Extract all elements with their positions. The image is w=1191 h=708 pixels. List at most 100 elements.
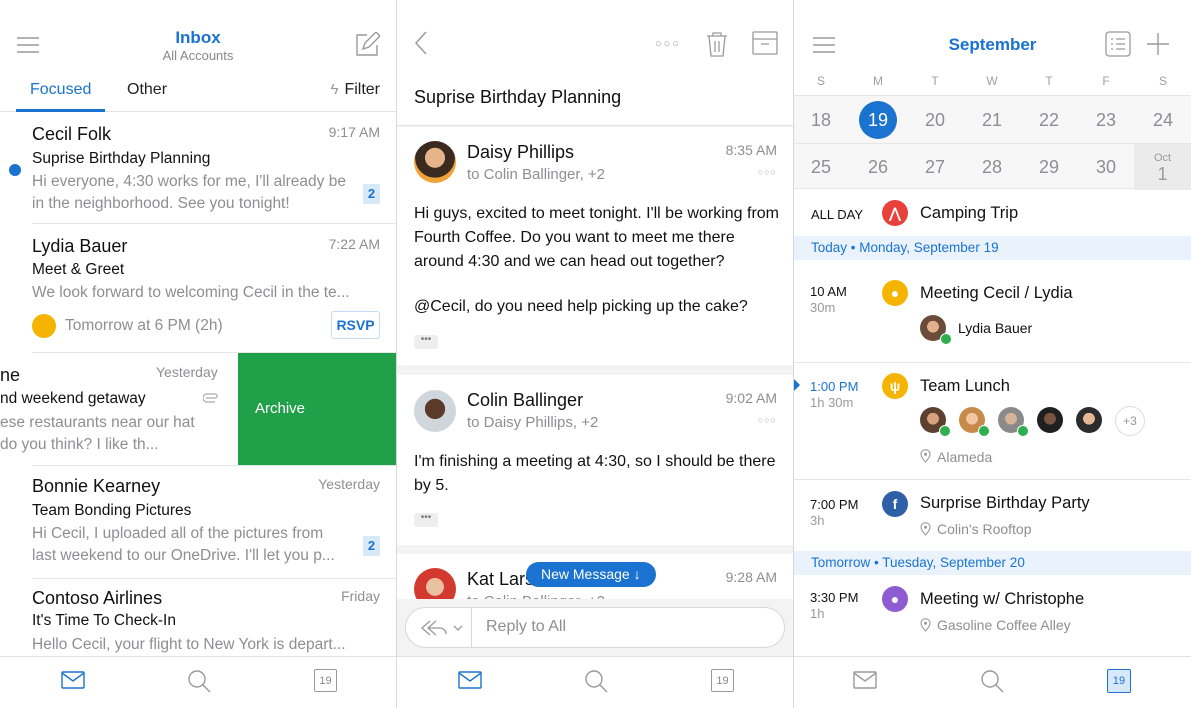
day-cell[interactable]: 20 [915, 110, 955, 131]
message-card[interactable]: Colin Ballinger to Daisy Phillips, +2 9:… [397, 375, 793, 545]
inbox-tabs: Focused Other ϟ Filter [0, 70, 396, 112]
message-item[interactable]: Cecil Folk 9:17 AM Suprise Birthday Plan… [0, 112, 396, 224]
back-chevron-icon[interactable] [414, 30, 428, 56]
message-body-mention-line: @Cecil, do you need help picking up the … [414, 298, 748, 315]
message-sender: Bonnie Kearney [32, 476, 161, 496]
message-sender: Cecil Folk [32, 124, 112, 144]
more-options-icon[interactable]: ○○○ [655, 38, 681, 50]
message-sender: Lydia Bauer [32, 236, 128, 256]
message-item[interactable]: Bonnie Kearney Yesterday Team Bonding Pi… [0, 466, 396, 578]
rsvp-button[interactable]: RSVP [331, 311, 380, 339]
inbox-subtitle: All Accounts [162, 48, 234, 63]
day-cell[interactable]: 24 [1143, 110, 1183, 131]
message-body: I'm finishing a meeting at 4:30, so I sh… [414, 453, 776, 494]
trash-icon[interactable] [706, 31, 728, 57]
agenda-view-icon[interactable] [1105, 31, 1131, 57]
calendar-tab-icon-active[interactable]: 19 [1107, 669, 1131, 693]
message-item[interactable]: Lydia Bauer 7:22 AM Meet & Greet We look… [0, 224, 396, 352]
thread-count-badge: 2 [363, 184, 380, 204]
chevron-down-icon [453, 625, 463, 631]
tab-focused[interactable]: Focused [30, 81, 91, 99]
hamburger-menu-icon[interactable] [812, 36, 836, 54]
day-cell[interactable]: 28 [972, 157, 1012, 178]
event-item[interactable]: 3:30 PM 1h ● Meeting w/ Christophe Gasol… [794, 575, 1191, 656]
accepted-check-icon [1017, 425, 1029, 437]
sender-name: Daisy Phillips [467, 142, 575, 162]
mail-icon[interactable] [458, 671, 482, 689]
calendar-tab-icon[interactable]: 19 [711, 669, 734, 692]
mention[interactable]: @Cecil [414, 298, 466, 315]
message-more-icon[interactable]: ○○○ [758, 167, 777, 177]
search-icon[interactable] [980, 669, 1004, 693]
all-day-event[interactable]: ALL DAY ⋀ Camping Trip [794, 190, 1191, 236]
message-sender: ne [0, 365, 21, 385]
event-item[interactable]: 7:00 PM 3h f Surprise Birthday Party Col… [794, 480, 1191, 550]
calendar-day-number: 19 [716, 675, 729, 687]
reply-all-icon [421, 620, 447, 636]
reply-input-placeholder[interactable]: Reply to All [486, 618, 566, 636]
message-subject: nd weekend getaway [0, 390, 146, 407]
more-attendees-badge[interactable]: +3 [1115, 406, 1145, 436]
message-item[interactable]: Contoso Airlines Friday It's Time To Che… [0, 579, 396, 656]
day-cell[interactable]: 29 [1029, 157, 1069, 178]
day-cell[interactable]: 18 [801, 110, 841, 131]
event-item[interactable]: 1:00 PM 1h 30m ψ Team Lunch +3 Alameda [794, 363, 1191, 479]
search-icon[interactable] [584, 669, 608, 693]
conversation-header: ○○○ Suprise Birthday Planning [397, 0, 793, 126]
day-cell[interactable]: 25 [801, 157, 841, 178]
location-pin-icon [920, 449, 931, 463]
today-header: Today • Monday, September 19 [794, 236, 1191, 260]
add-event-icon[interactable] [1146, 32, 1170, 56]
sender-name: Colin Ballinger [467, 390, 584, 410]
event-duration: 3h [810, 513, 825, 528]
message-card[interactable]: Kat Lars to Colin Ballinger, +2 9:28 AM … [397, 554, 793, 656]
archive-icon[interactable] [752, 31, 778, 55]
day-cell[interactable]: 21 [972, 110, 1012, 131]
day-cell[interactable]: 27 [915, 157, 955, 178]
day-cell-selected[interactable]: 19 [858, 110, 898, 131]
event-location: Colin's Rooftop [937, 521, 1032, 537]
quoted-text-toggle[interactable]: ••• [414, 513, 438, 527]
day-cell[interactable]: 22 [1029, 110, 1069, 131]
compose-icon[interactable] [354, 32, 380, 58]
filter-label: Filter [344, 81, 380, 98]
current-time-indicator [794, 379, 800, 391]
event-duration: 1h [810, 606, 825, 621]
hamburger-menu-icon[interactable] [16, 36, 40, 54]
attendee-avatar [1076, 407, 1102, 433]
conversation-panel: ○○○ Suprise Birthday Planning Daisy Phil… [397, 0, 793, 708]
new-message-pill[interactable]: New Message ↓ [526, 562, 656, 587]
message-subject: Suprise Birthday Planning [32, 150, 211, 167]
calendar-tab-icon[interactable]: 19 [314, 669, 337, 692]
day-cell[interactable]: 26 [858, 157, 898, 178]
message-card[interactable]: Daisy Phillips to Colin Ballinger, +2 8:… [397, 127, 793, 365]
message-time: 9:28 AM [725, 569, 777, 585]
event-time: 1:00 PM [810, 379, 859, 394]
event-time: 10 AM [810, 284, 847, 299]
month-title[interactable]: September [914, 35, 1071, 55]
reply-bar[interactable]: Reply to All [405, 607, 785, 648]
archive-swipe-button[interactable]: Archive [238, 353, 396, 465]
day-cell-next-month[interactable]: Oct 1 [1134, 144, 1191, 190]
message-preview: Hi everyone, 4:30 works for me, I'll alr… [32, 173, 346, 212]
search-icon[interactable] [187, 669, 211, 693]
tab-bar: 19 [794, 656, 1191, 708]
weekday-label: M [873, 74, 883, 88]
day-cell[interactable]: 30 [1086, 157, 1126, 178]
message-item-swiped[interactable]: ne Yesterday nd weekend getaway ese rest… [0, 353, 396, 465]
attendee-name: Lydia Bauer [958, 320, 1033, 336]
archive-label: Archive [255, 400, 306, 417]
reply-type-selector[interactable] [406, 608, 472, 647]
filter-button[interactable]: ϟ Filter [330, 81, 380, 99]
event-title: Meeting w/ Christophe [920, 590, 1085, 608]
tab-other[interactable]: Other [127, 81, 167, 99]
message-more-icon[interactable]: ○○○ [758, 415, 777, 425]
event-item[interactable]: 10 AM 30m ● Meeting Cecil / Lydia Lydia … [794, 260, 1191, 362]
quoted-text-toggle[interactable]: ••• [414, 335, 438, 349]
message-time: Friday [341, 588, 380, 604]
mail-icon[interactable] [61, 671, 85, 689]
mail-icon[interactable] [853, 671, 877, 689]
calendar-panel: September S M T W T F S 18 19 20 21 22 2… [794, 0, 1191, 708]
sender-name: Kat Lars [467, 569, 535, 589]
day-cell[interactable]: 23 [1086, 110, 1126, 131]
